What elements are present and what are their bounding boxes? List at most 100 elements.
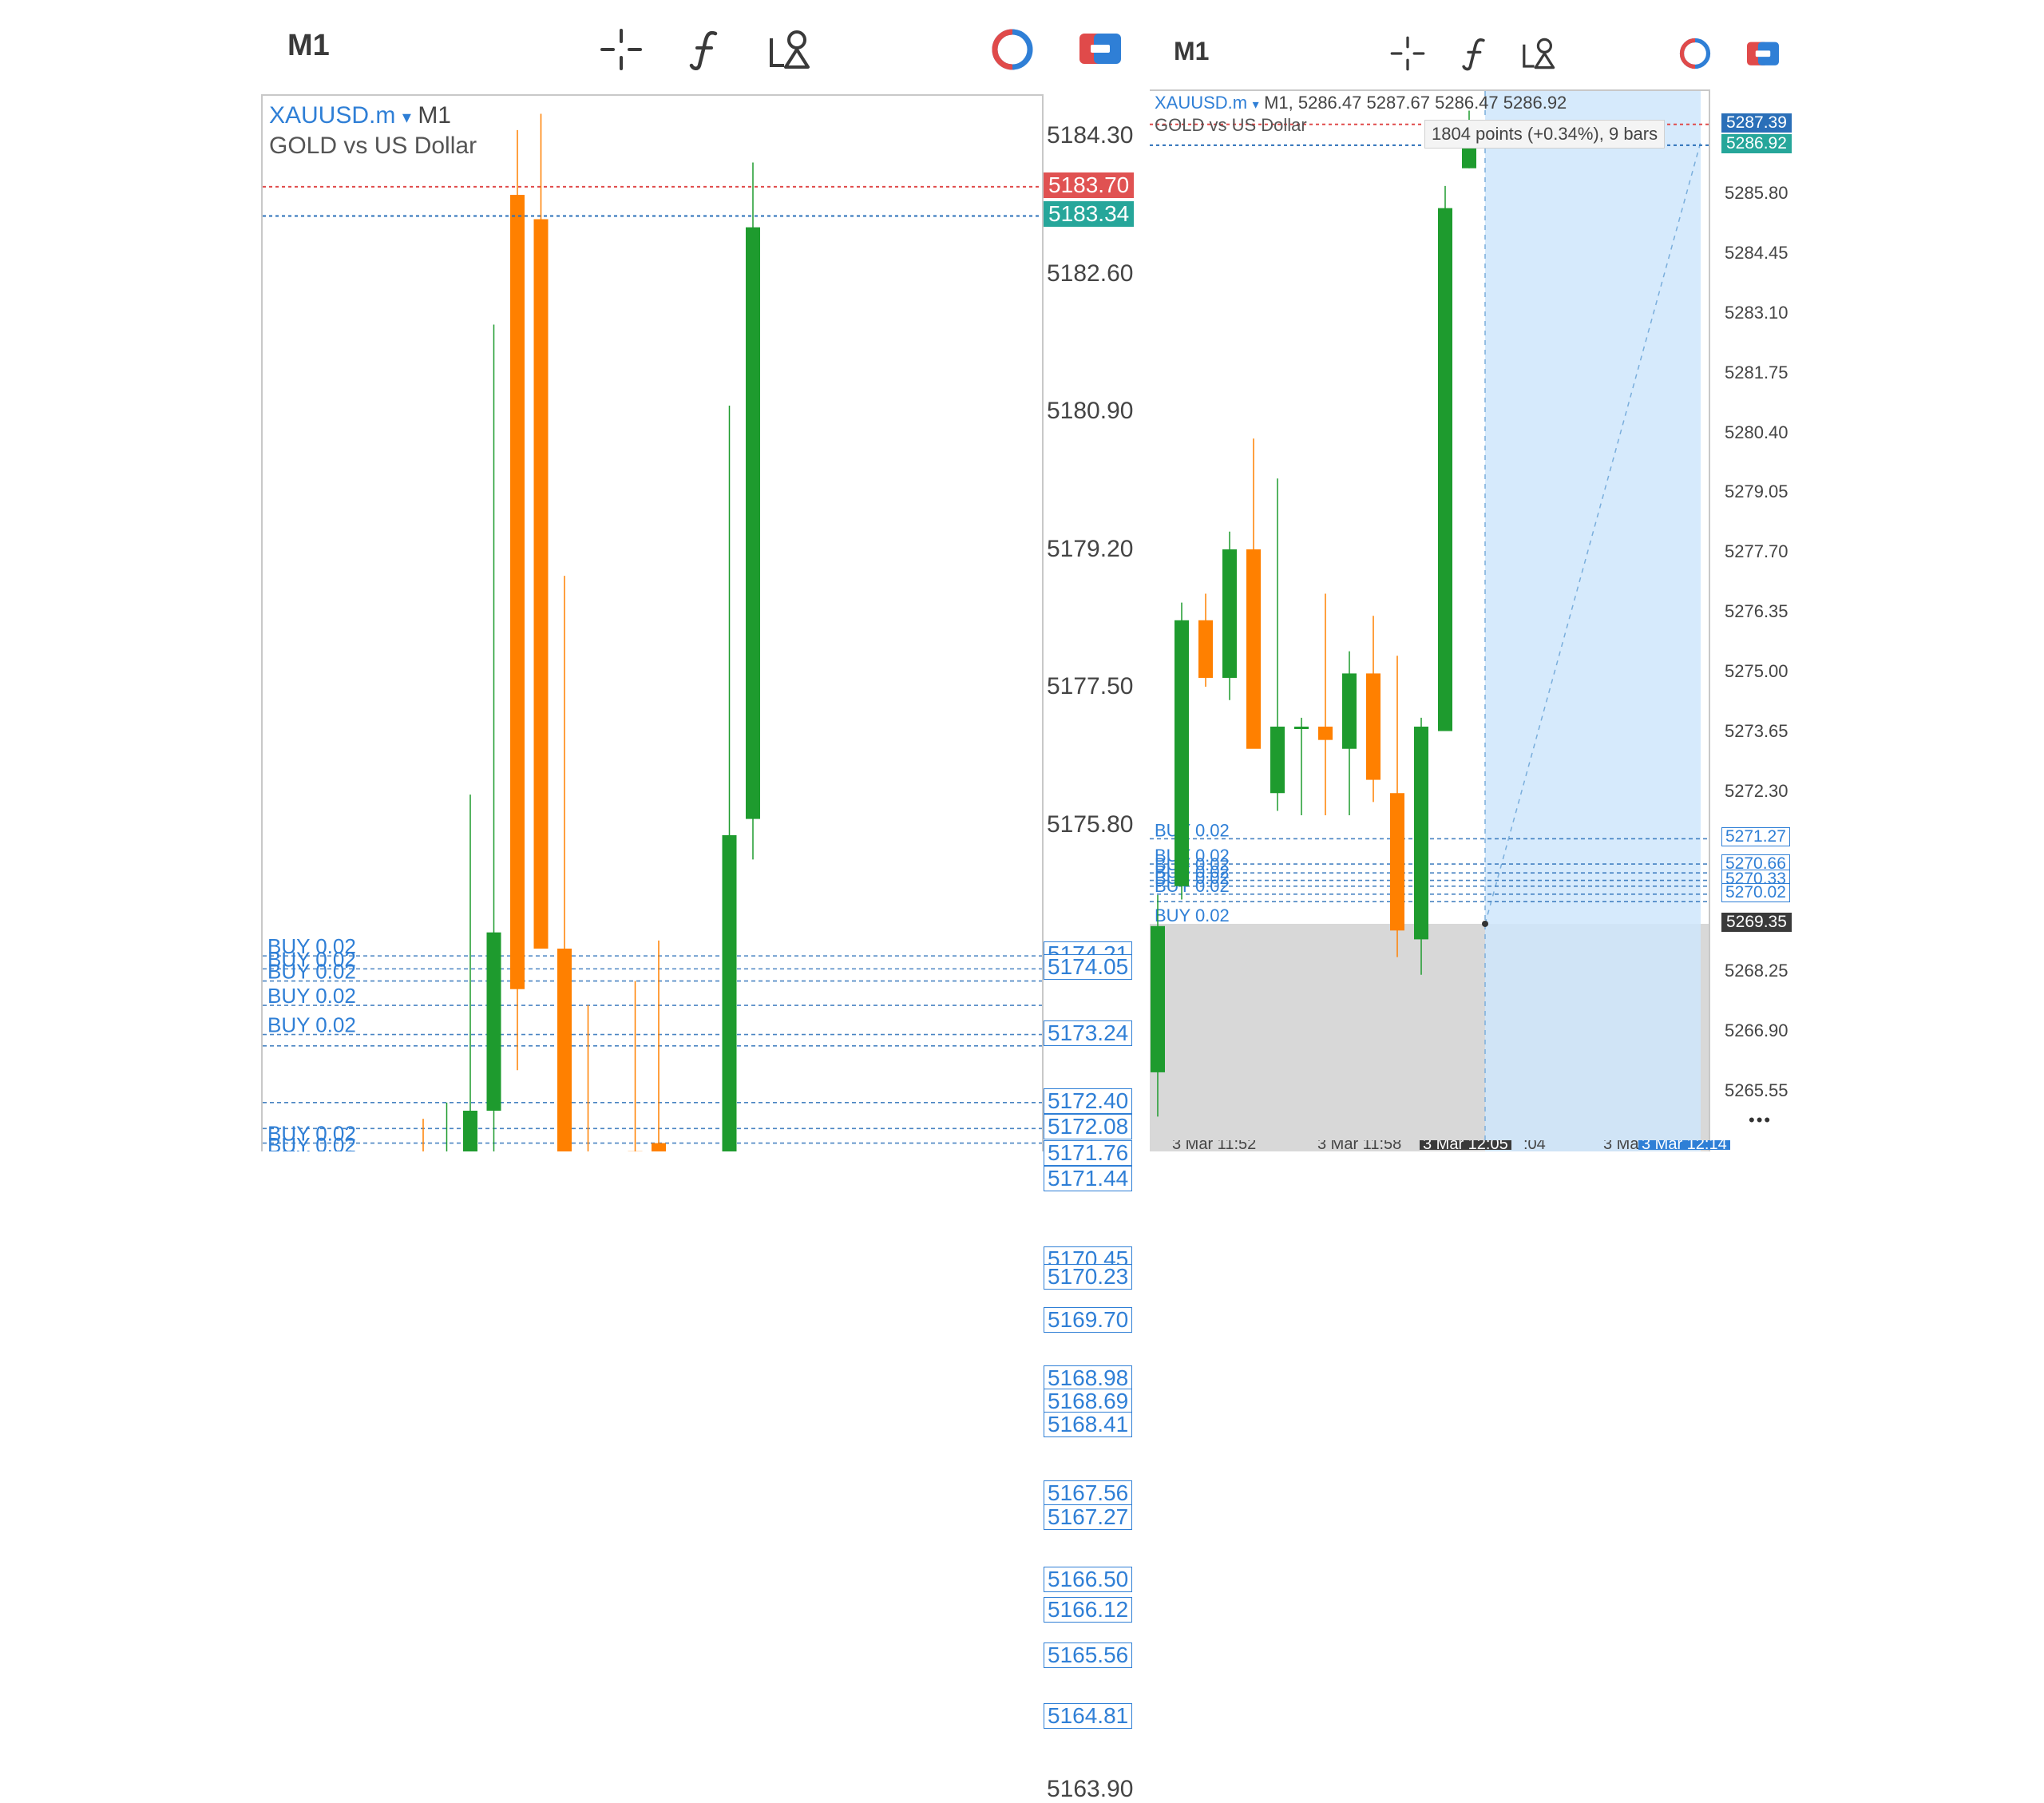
price-tick: 5184.30 xyxy=(1047,122,1133,149)
candle-body xyxy=(1366,673,1380,779)
symbol-name[interactable]: XAUUSD.m xyxy=(1155,93,1247,113)
price-tick: 5180.90 xyxy=(1047,398,1133,425)
left-price-axis[interactable]: 5184.305182.605180.905179.205177.505175.… xyxy=(1040,94,1152,1150)
cursor-price-tag: 5269.35 xyxy=(1721,913,1792,932)
one-click-trading-icon[interactable] xyxy=(990,27,1035,72)
symbol-dropdown-icon[interactable]: ▾ xyxy=(402,107,411,127)
bid-price-tag: 5183.34 xyxy=(1044,201,1134,227)
order-label: BUY 0.02 xyxy=(267,1146,356,1151)
time-tick: 3 Mar 12:14 xyxy=(1638,1140,1730,1150)
order-price-tag[interactable]: 5168.98 xyxy=(1044,1365,1132,1391)
order-price-tag[interactable]: 5171.76 xyxy=(1044,1140,1132,1166)
measure-tooltip: 1804 points (+0.34%), 9 bars xyxy=(1424,120,1665,149)
candle-body xyxy=(1342,673,1357,748)
right-candles: BUY 0.02BUY 0.02BUY 0.02BUY 0.02BUY 0.02… xyxy=(1150,91,1709,1151)
measure-anchor xyxy=(1482,921,1488,927)
price-tick: 5182.60 xyxy=(1047,260,1133,287)
bid-price-tag: 5286.92 xyxy=(1721,134,1792,153)
objects-icon[interactable] xyxy=(766,27,814,72)
order-price-tag[interactable]: 5271.27 xyxy=(1721,827,1790,846)
right-time-axis[interactable]: 3 Mar 11:523 Mar 11:583 Mar 12:05:043 Ma… xyxy=(1150,1140,1757,1150)
one-click-trading-icon[interactable] xyxy=(1678,37,1712,70)
right-toolbar: M1 xyxy=(1150,24,1820,83)
symbol-description: GOLD vs US Dollar xyxy=(1155,115,1307,136)
price-tick: 5276.35 xyxy=(1725,601,1788,622)
symbol-dropdown-icon[interactable]: ▾ xyxy=(1253,98,1259,112)
order-price-tag[interactable]: 5173.24 xyxy=(1044,1020,1132,1046)
time-tick: :04 xyxy=(1523,1140,1546,1150)
left-toolbar: M1 xyxy=(256,16,1118,80)
price-tick: 5277.70 xyxy=(1725,541,1788,562)
order-price-tag[interactable]: 5164.81 xyxy=(1044,1703,1132,1729)
candle-body xyxy=(723,835,737,1151)
order-price-tag[interactable]: 5167.56 xyxy=(1044,1480,1132,1506)
right-chart-area[interactable]: BUY 0.02BUY 0.02BUY 0.02BUY 0.02BUY 0.02… xyxy=(1150,89,1710,1151)
order-label: BUY 0.02 xyxy=(267,984,356,1008)
candle-body xyxy=(510,195,525,989)
order-price-tag[interactable]: 5174.05 xyxy=(1044,954,1132,980)
crosshair-icon[interactable] xyxy=(1389,35,1426,72)
candle-body xyxy=(1222,549,1237,678)
order-price-tag[interactable]: 5168.69 xyxy=(1044,1389,1132,1414)
candle-body xyxy=(1462,146,1476,168)
right-chart-header: XAUUSD.m ▾ M1, 5286.47 5287.67 5286.47 5… xyxy=(1155,93,1567,113)
price-tick: 5283.10 xyxy=(1725,303,1788,323)
candle-body xyxy=(557,949,572,1151)
price-tick: 5273.65 xyxy=(1725,721,1788,742)
objects-icon[interactable] xyxy=(1520,35,1559,72)
symbol-description: GOLD vs US Dollar xyxy=(269,133,477,160)
order-price-tag[interactable]: 5270.02 xyxy=(1721,883,1790,902)
left-candles: BUY 0.02BUY 0.02BUY 0.02BUY 0.02BUY 0.02… xyxy=(263,96,1042,1151)
price-tick: 5268.25 xyxy=(1725,961,1788,981)
price-tick: 5275.00 xyxy=(1725,661,1788,682)
candle-body xyxy=(534,220,549,949)
left-chart-area[interactable]: BUY 0.02BUY 0.02BUY 0.02BUY 0.02BUY 0.02… xyxy=(261,94,1044,1151)
order-price-tag[interactable]: 5166.50 xyxy=(1044,1567,1132,1592)
candle-body xyxy=(746,228,760,819)
order-price-tag[interactable]: 5172.40 xyxy=(1044,1088,1132,1114)
timeframe-button[interactable]: M1 xyxy=(1174,37,1209,66)
order-label: BUY 0.02 xyxy=(267,960,356,984)
candle-body xyxy=(1198,620,1213,678)
candle-body xyxy=(1318,727,1333,740)
price-tick: 5281.75 xyxy=(1725,363,1788,383)
order-label: BUY 0.02 xyxy=(1155,876,1230,896)
more-options-icon[interactable]: ••• xyxy=(1749,1110,1772,1131)
order-price-tag[interactable]: 5168.41 xyxy=(1044,1412,1132,1437)
ask-price-tag: 5183.70 xyxy=(1044,172,1134,198)
price-tick: 5280.40 xyxy=(1725,422,1788,443)
candle-body xyxy=(1414,727,1428,939)
candle-body xyxy=(1175,620,1189,886)
trade-icon[interactable] xyxy=(1745,38,1781,70)
order-label: BUY 0.02 xyxy=(1155,820,1230,840)
order-price-tag[interactable]: 5169.70 xyxy=(1044,1307,1132,1333)
crosshair-icon[interactable] xyxy=(599,27,644,72)
ask-price-tag: 5287.39 xyxy=(1721,113,1792,133)
symbol-name[interactable]: XAUUSD.m xyxy=(269,102,395,129)
indicators-icon[interactable] xyxy=(683,27,728,72)
candle-body xyxy=(1246,549,1261,749)
trade-icon[interactable] xyxy=(1078,29,1123,70)
timeframe-button[interactable]: M1 xyxy=(287,29,330,63)
order-price-tag[interactable]: 5166.12 xyxy=(1044,1597,1132,1623)
left-chart-header: XAUUSD.m ▾ M1 xyxy=(269,102,451,129)
price-tick: 5179.20 xyxy=(1047,536,1133,563)
price-tick: 5177.50 xyxy=(1047,673,1133,700)
order-price-tag[interactable]: 5170.23 xyxy=(1044,1264,1132,1290)
order-price-tag[interactable]: 5171.44 xyxy=(1044,1166,1132,1191)
time-tick: 3 Mar 11:58 xyxy=(1317,1140,1401,1150)
order-price-tag[interactable]: 5172.08 xyxy=(1044,1114,1132,1139)
time-tick: 3 Ma xyxy=(1603,1140,1638,1150)
right-price-axis[interactable]: 5285.805284.455283.105281.755280.405279.… xyxy=(1710,89,1830,1150)
candle-body xyxy=(1294,727,1309,729)
candle-body xyxy=(1390,793,1404,930)
order-price-tag[interactable]: 5167.27 xyxy=(1044,1504,1132,1530)
price-tick: 5285.80 xyxy=(1725,183,1788,204)
indicators-icon[interactable] xyxy=(1457,35,1494,72)
order-price-tag[interactable]: 5165.56 xyxy=(1044,1643,1132,1668)
candle-body xyxy=(652,1143,666,1151)
price-tick: 5279.05 xyxy=(1725,481,1788,502)
header-timeframe: M1 xyxy=(418,102,451,129)
price-tick: 5163.90 xyxy=(1047,1776,1133,1803)
candle-body xyxy=(487,933,501,1111)
